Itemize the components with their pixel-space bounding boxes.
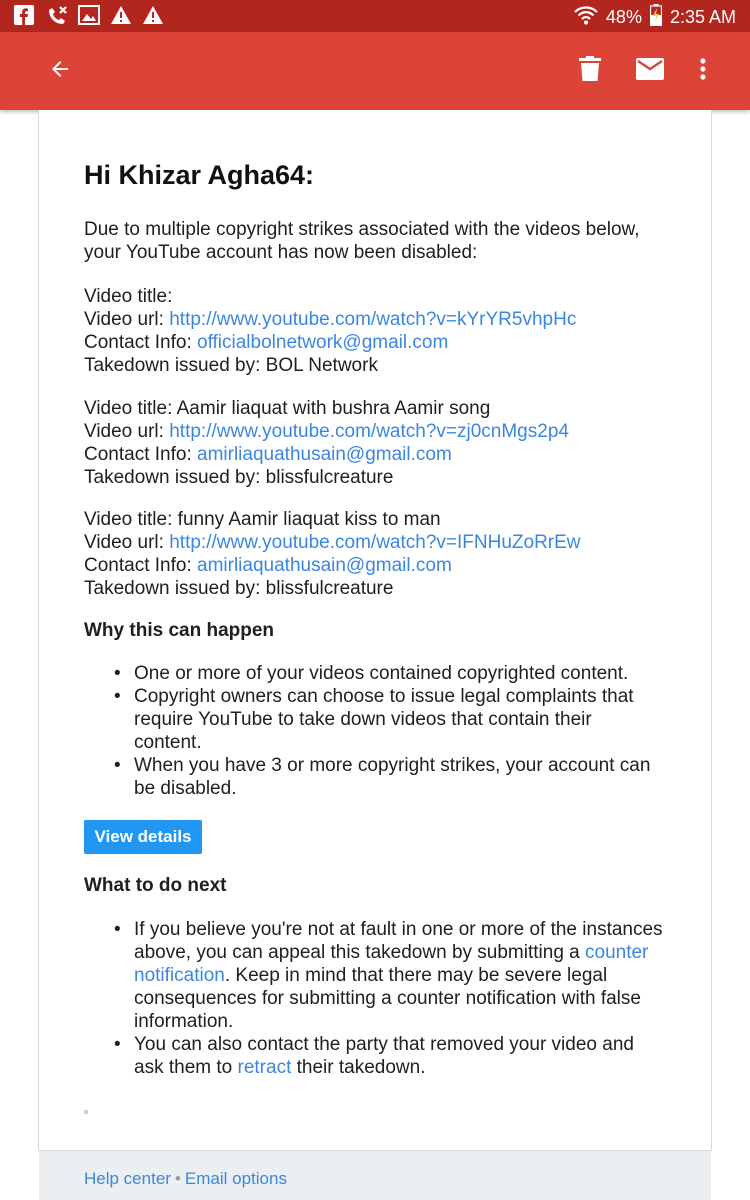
takedown-line: Takedown issued by: blissfulcreature <box>84 467 394 488</box>
contact-email-link[interactable]: amirliaquathusain@gmail.com <box>197 555 452 576</box>
video-url-line: Video url: http://www.youtube.com/watch?… <box>84 532 581 553</box>
list-item: Copyright owners can choose to issue leg… <box>114 685 664 754</box>
warning-icon <box>142 5 164 27</box>
list-item: If you believe you're not at fault in on… <box>114 918 664 1033</box>
video-url-line: Video url: http://www.youtube.com/watch?… <box>84 309 577 330</box>
next-heading: What to do next <box>84 875 227 896</box>
retract-link[interactable]: retract <box>238 1057 292 1078</box>
battery-charging-icon <box>649 4 663 31</box>
clock: 2:35 AM <box>669 7 736 27</box>
strike-block: Video title: funny Aamir liaquat kiss to… <box>84 508 674 600</box>
video-title-line: Video title: <box>84 286 173 307</box>
contact-line: Contact Info: amirliaquathusain@gmail.co… <box>84 444 452 465</box>
missed-call-icon <box>46 5 68 27</box>
app-toolbar <box>0 32 750 110</box>
more-vert-icon <box>700 57 706 85</box>
contact-email-link[interactable]: officialbolnetwork@gmail.com <box>197 332 448 353</box>
next-list: If you believe you're not at fault in on… <box>114 918 664 1079</box>
email-footer: Help center • Email options <box>39 1151 711 1200</box>
list-item: One or more of your videos contained cop… <box>114 662 664 685</box>
battery-level: 48% <box>605 7 642 27</box>
intro-text: Due to multiple copyright strikes associ… <box>84 219 640 263</box>
greeting: Hi Khizar Agha64: <box>84 160 315 190</box>
strike-block: Video title: Video url: http://www.youtu… <box>84 285 674 377</box>
video-url-line: Video url: http://www.youtube.com/watch?… <box>84 421 569 442</box>
why-heading: Why this can happen <box>84 620 275 641</box>
takedown-line: Takedown issued by: blissfulcreature <box>84 578 394 599</box>
tracking-pixel <box>84 1110 88 1114</box>
back-button[interactable] <box>40 51 80 91</box>
why-list: One or more of your videos contained cop… <box>114 662 664 800</box>
takedown-line: Takedown issued by: BOL Network <box>84 355 378 376</box>
strike-block: Video title: Aamir liaquat with bushra A… <box>84 397 674 489</box>
video-url-link[interactable]: http://www.youtube.com/watch?v=kYrYR5vhp… <box>169 309 576 330</box>
video-title-line: Video title: Aamir liaquat with bushra A… <box>84 398 491 419</box>
video-url-link[interactable]: http://www.youtube.com/watch?v=IFNHuZoRr… <box>169 532 580 553</box>
list-item: When you have 3 or more copyright strike… <box>114 754 664 800</box>
delete-button[interactable] <box>570 51 610 91</box>
contact-email-link[interactable]: amirliaquathusain@gmail.com <box>197 444 452 465</box>
more-options-button[interactable] <box>683 51 723 91</box>
email-body: Hi Khizar Agha64: Due to multiple copyri… <box>38 110 712 1151</box>
back-arrow-icon <box>48 57 72 86</box>
help-center-link[interactable]: Help center <box>84 1169 171 1188</box>
email-options-link[interactable]: Email options <box>185 1169 287 1188</box>
wifi-icon <box>574 5 598 30</box>
delete-icon <box>579 55 601 87</box>
facebook-icon <box>14 5 36 27</box>
footer-separator: • <box>174 1169 181 1188</box>
contact-line: Contact Info: officialbolnetwork@gmail.c… <box>84 332 449 353</box>
mark-unread-button[interactable] <box>630 51 670 91</box>
mark-unread-icon <box>636 57 664 85</box>
video-title-line: Video title: funny Aamir liaquat kiss to… <box>84 509 441 530</box>
contact-line: Contact Info: amirliaquathusain@gmail.co… <box>84 555 452 576</box>
warning-icon <box>110 5 132 27</box>
video-url-link[interactable]: http://www.youtube.com/watch?v=zj0cnMgs2… <box>169 421 569 442</box>
list-item: You can also contact the party that remo… <box>114 1033 664 1079</box>
image-icon <box>78 5 100 27</box>
status-bar: 48% 2:35 AM <box>0 0 750 32</box>
view-details-button[interactable]: View details <box>84 820 202 854</box>
